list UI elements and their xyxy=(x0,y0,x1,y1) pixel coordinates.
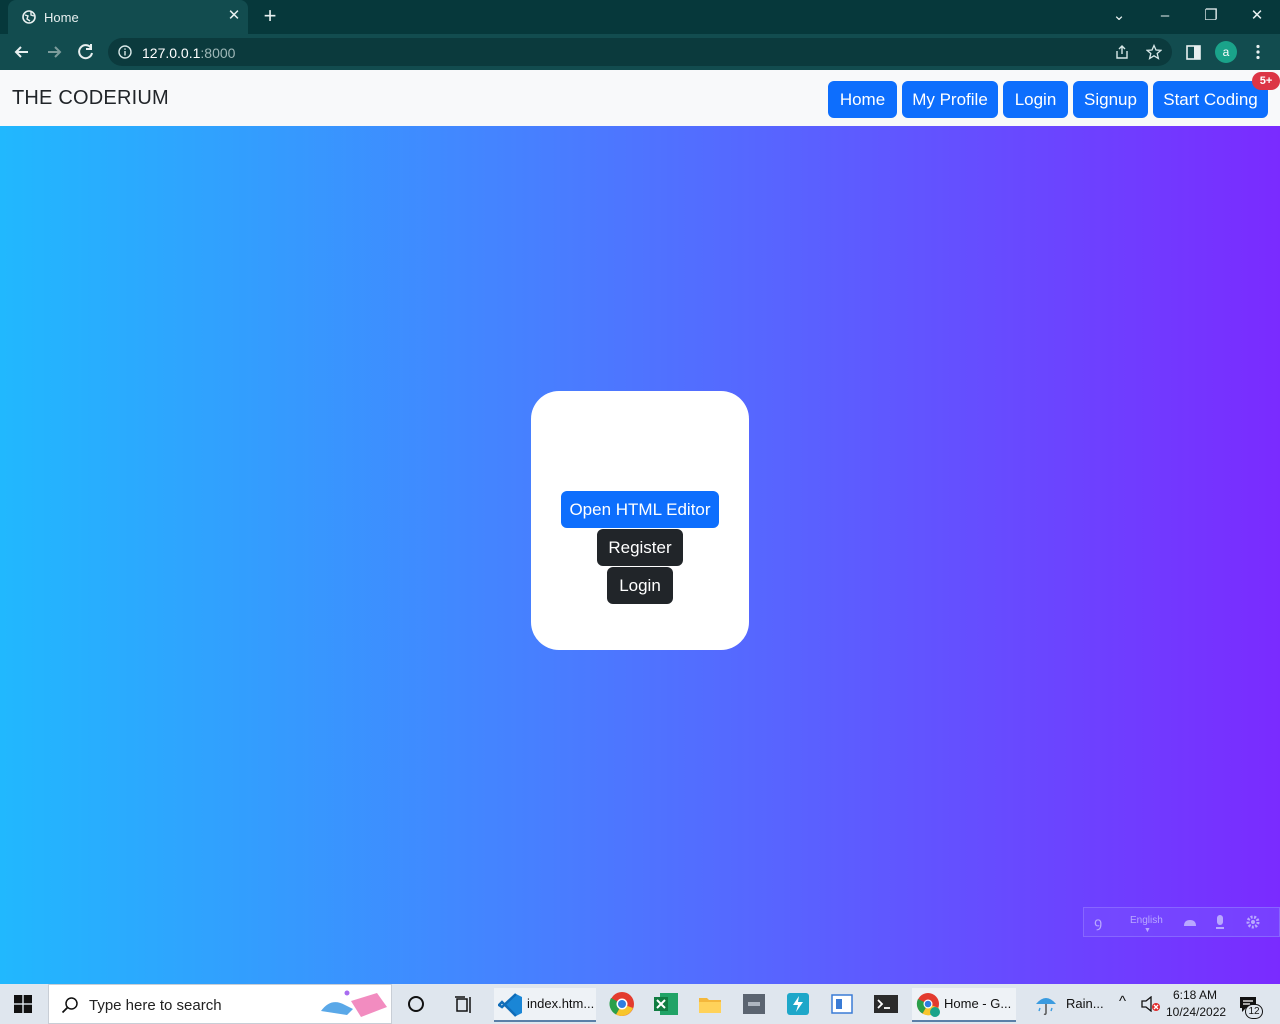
search-highlight-illustration-icon xyxy=(321,990,387,1017)
windows-taskbar: Type here to search index.htm... Home - … xyxy=(0,984,1280,1024)
reload-icon[interactable] xyxy=(73,39,99,65)
address-bar-row: 127.0.0.1:8000 a xyxy=(0,34,1280,70)
language-dropdown-icon[interactable]: ▼ xyxy=(1144,927,1151,934)
clock-date: 10/24/2022 xyxy=(1166,1005,1227,1019)
nav-home-button[interactable]: Home xyxy=(828,81,897,118)
profile-avatar[interactable]: a xyxy=(1215,41,1237,63)
menu-kebab-icon[interactable] xyxy=(1251,44,1265,60)
show-hidden-icons-chevron-icon[interactable]: ^ xyxy=(1119,993,1126,1010)
back-arrow-icon[interactable] xyxy=(9,39,35,65)
ime-mode-icon[interactable]: ꝯ xyxy=(1094,913,1102,932)
nav-start-coding-button[interactable]: Start Coding xyxy=(1153,81,1268,118)
weather-label[interactable]: Rain... xyxy=(1066,996,1104,1011)
side-panel-icon[interactable] xyxy=(1186,45,1201,60)
globe-icon xyxy=(22,10,36,24)
bookmark-star-icon[interactable] xyxy=(1146,44,1162,60)
chrome-icon[interactable] xyxy=(608,990,636,1018)
power-automate-icon[interactable] xyxy=(784,990,812,1018)
login-button[interactable]: Login xyxy=(607,567,673,604)
action-card: Open HTML Editor Register Login xyxy=(531,391,749,650)
close-tab-icon[interactable]: ✕ xyxy=(226,7,242,25)
excel-icon[interactable] xyxy=(652,990,680,1018)
language-toolbar[interactable]: ꝯ English ▼ xyxy=(1083,907,1280,937)
clock-time: 6:18 AM xyxy=(1172,988,1218,1002)
site-info-icon[interactable] xyxy=(118,45,132,59)
page-background: THE CODERIUM Home My Profile Login Signu… xyxy=(0,70,1280,984)
vscode-icon xyxy=(498,993,522,1017)
nav-login-button[interactable]: Login xyxy=(1003,81,1068,118)
open-html-editor-button[interactable]: Open HTML Editor xyxy=(561,491,719,528)
vscode-label: index.htm... xyxy=(527,996,595,1011)
taskbar-search-box[interactable]: Type here to search xyxy=(48,984,392,1024)
cloud-icon[interactable] xyxy=(1182,916,1198,928)
address-bar[interactable]: 127.0.0.1:8000 xyxy=(108,38,1172,66)
browser-tab-home[interactable]: Home ✕ xyxy=(8,0,248,34)
tab-search-chevron-icon[interactable]: ⌄ xyxy=(1107,5,1131,27)
url-text: 127.0.0.1:8000 xyxy=(142,45,236,61)
settings-gear-icon[interactable] xyxy=(1245,914,1261,930)
minimize-button[interactable]: – xyxy=(1153,5,1177,27)
restore-button[interactable]: ❐ xyxy=(1199,5,1223,27)
task-view-icon[interactable] xyxy=(452,990,476,1018)
notification-badge: 5+ xyxy=(1252,72,1280,90)
notification-count-badge: 12 xyxy=(1245,1004,1263,1019)
nav-my-profile-button[interactable]: My Profile xyxy=(902,81,998,118)
forward-arrow-icon[interactable] xyxy=(41,39,67,65)
terminal-icon[interactable] xyxy=(872,990,900,1018)
language-label[interactable]: English xyxy=(1130,915,1163,926)
microphone-icon[interactable] xyxy=(1214,914,1226,930)
reader-app-icon[interactable] xyxy=(828,990,856,1018)
new-tab-button[interactable]: + xyxy=(259,5,281,28)
chrome-window-label: Home - G... xyxy=(944,996,1012,1011)
weather-umbrella-icon[interactable] xyxy=(1032,990,1060,1018)
keyboard-app-icon[interactable] xyxy=(740,990,768,1018)
site-navbar: THE CODERIUM Home My Profile Login Signu… xyxy=(0,70,1280,126)
search-icon xyxy=(61,997,78,1014)
taskbar-vscode-item[interactable]: index.htm... xyxy=(494,988,596,1022)
search-placeholder: Type here to search xyxy=(89,997,222,1014)
windows-start-icon[interactable] xyxy=(14,995,32,1013)
browser-tab-strip: Home ✕ + ⌄ – ❐ ✕ xyxy=(0,0,1280,34)
share-icon[interactable] xyxy=(1114,44,1130,60)
speaker-muted-icon[interactable] xyxy=(1141,996,1161,1012)
register-button[interactable]: Register xyxy=(597,529,683,566)
tab-title: Home xyxy=(44,10,79,25)
cortana-circle-icon[interactable] xyxy=(404,990,428,1018)
nav-signup-button[interactable]: Signup xyxy=(1073,81,1148,118)
close-window-button[interactable]: ✕ xyxy=(1245,5,1269,27)
system-clock[interactable]: 6:18 AM 10/24/2022 xyxy=(1166,987,1227,1021)
chrome-profile-icon xyxy=(916,993,940,1017)
brand-logo[interactable]: THE CODERIUM xyxy=(12,87,169,110)
taskbar-chrome-item[interactable]: Home - G... xyxy=(912,988,1016,1022)
file-explorer-icon[interactable] xyxy=(696,990,724,1018)
